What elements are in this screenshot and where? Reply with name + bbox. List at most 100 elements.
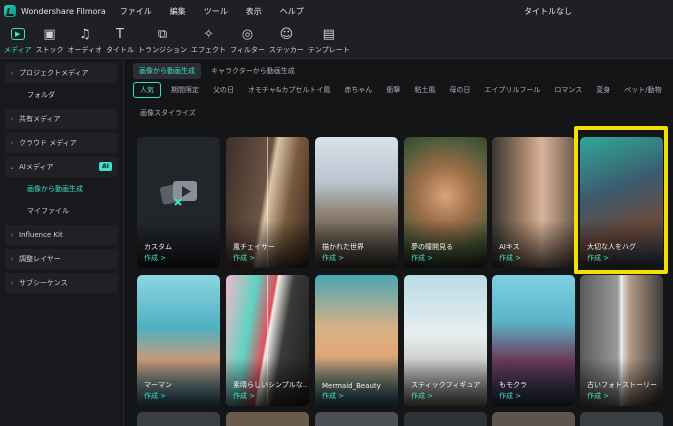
- create-link[interactable]: 作成 >: [587, 253, 609, 263]
- template-card[interactable]: 風チェイサー 作成 >: [226, 137, 309, 268]
- category-bar: 人気 期間限定 父の日 オモチャ&カプセルトイ風 赤ちゃん 衝撃 粘土風 母の日…: [133, 82, 673, 98]
- tab-character-to-video[interactable]: キャラクターから動画生成: [205, 63, 301, 79]
- create-link[interactable]: 作成 >: [322, 391, 344, 401]
- stock-icon: ▣: [43, 26, 56, 42]
- template-card[interactable]: 夢の瞳開見る 作成 >: [404, 137, 487, 268]
- filter-icon: ◎: [241, 26, 254, 42]
- sidebar-item-shared-media[interactable]: › 共有メディア: [5, 109, 118, 129]
- category-baby[interactable]: 赤ちゃん: [344, 83, 372, 97]
- app-name: Wondershare Filmora: [21, 6, 106, 16]
- tab-image-to-video[interactable]: 画像から動画生成: [133, 63, 201, 79]
- sidebar-item-label: Influence Kit: [19, 231, 63, 239]
- category-limited[interactable]: 期間限定: [171, 83, 199, 97]
- template-card-partial[interactable]: [315, 412, 398, 426]
- create-link[interactable]: 作成 >: [144, 253, 166, 263]
- create-link[interactable]: 作成 >: [411, 253, 433, 263]
- sidebar-item-label: サブシーケンス: [19, 279, 68, 287]
- sidebar-item-label: 調整レイヤー: [19, 255, 61, 263]
- chevron-right-icon: ›: [10, 255, 14, 263]
- template-card-partial[interactable]: [404, 412, 487, 426]
- create-link[interactable]: 作成 >: [411, 391, 433, 401]
- tool-label: メディア: [4, 46, 32, 54]
- tool-label: タイトル: [106, 46, 135, 54]
- create-link[interactable]: 作成 >: [499, 253, 521, 263]
- card-title: 大切な人をハグ: [587, 243, 636, 251]
- sidebar-item-label: プロジェクトメディア: [19, 69, 89, 77]
- template-card-partial[interactable]: [492, 412, 575, 426]
- card-title: AIキス: [499, 243, 520, 251]
- menu-file[interactable]: ファイル: [120, 6, 152, 17]
- sidebar-item-project-media[interactable]: › プロジェクトメディア: [5, 63, 118, 83]
- category-popular[interactable]: 人気: [133, 82, 161, 98]
- create-link[interactable]: 作成 >: [233, 391, 255, 401]
- menu-tools[interactable]: ツール: [204, 6, 228, 17]
- sidebar-item-label: マイファイル: [27, 207, 69, 215]
- category-romance[interactable]: ロマンス: [554, 83, 582, 97]
- category-transform[interactable]: 変身: [596, 83, 610, 97]
- template-card-partial[interactable]: [226, 412, 309, 426]
- sidebar-item-cloud-media[interactable]: › クラウド メディア: [5, 133, 118, 153]
- category-mothers-day[interactable]: 母の日: [449, 83, 470, 97]
- sidebar-item-label: 画像から動画生成: [27, 185, 83, 193]
- main-toolbar: ▶ メディア ▣ ストック ♫ オーディオ T タイトル ⧉ トランジション ✧…: [0, 22, 673, 59]
- tool-stock[interactable]: ▣ ストック: [36, 22, 64, 55]
- create-link[interactable]: 作成 >: [322, 253, 344, 263]
- tool-template[interactable]: ▤ テンプレート: [308, 22, 350, 55]
- tool-label: テンプレート: [307, 46, 350, 54]
- template-card-partial[interactable]: [580, 412, 663, 426]
- category-pets[interactable]: ペット/動物: [624, 83, 661, 97]
- tool-title[interactable]: T タイトル: [106, 22, 134, 55]
- category-april-fool[interactable]: エイプリルフール: [484, 83, 540, 97]
- category-toys[interactable]: オモチャ&カプセルトイ風: [248, 83, 330, 97]
- template-card[interactable]: Mermaid_Beauty 作成 >: [315, 275, 398, 406]
- template-card[interactable]: 古いフォトストーリー 作成 >: [580, 275, 663, 406]
- title-icon: T: [116, 26, 124, 42]
- template-card[interactable]: カスタム 作成 >: [137, 137, 220, 268]
- tool-transition[interactable]: ⧉ トランジション: [138, 22, 187, 55]
- category-image-stylize[interactable]: 画像スタイライズ: [140, 108, 196, 118]
- media-sidebar: › プロジェクトメディア フォルダ › 共有メディア › クラウド メディア ⌄…: [0, 60, 124, 426]
- tool-effects[interactable]: ✧ エフェクト: [191, 22, 226, 55]
- tool-media[interactable]: ▶ メディア: [4, 22, 32, 55]
- sticker-icon: ☺: [279, 26, 294, 42]
- mode-tabs: 画像から動画生成 キャラクターから動画生成: [133, 63, 305, 79]
- tool-label: ステッカー: [268, 46, 304, 54]
- create-link[interactable]: 作成 >: [233, 253, 255, 263]
- tool-audio[interactable]: ♫ オーディオ: [68, 22, 103, 55]
- create-link[interactable]: 作成 >: [144, 391, 166, 401]
- template-card-selected[interactable]: 大切な人をハグ 作成 >: [580, 137, 663, 268]
- sidebar-item-ai-media[interactable]: ⌄ AIメディア AI: [5, 157, 118, 177]
- tool-label: フィルター: [230, 46, 265, 54]
- template-card[interactable]: 描かれた世界 作成 >: [315, 137, 398, 268]
- template-card[interactable]: マーマン 作成 >: [137, 275, 220, 406]
- create-link[interactable]: 作成 >: [499, 391, 521, 401]
- category-clay[interactable]: 粘土風: [414, 83, 435, 97]
- template-card[interactable]: スティックフィギュア 作成 >: [404, 275, 487, 406]
- template-card[interactable]: 素晴らしいシンプルな... 作成 >: [226, 275, 309, 406]
- sidebar-item-subsequence[interactable]: › サブシーケンス: [5, 273, 118, 293]
- template-card-partial[interactable]: [137, 412, 220, 426]
- menu-view[interactable]: 表示: [246, 6, 262, 17]
- template-card[interactable]: AIキス 作成 >: [492, 137, 575, 268]
- tool-filter[interactable]: ◎ フィルター: [230, 22, 265, 55]
- tool-label: エフェクト: [191, 46, 227, 54]
- chevron-right-icon: ›: [10, 115, 14, 123]
- create-link[interactable]: 作成 >: [587, 391, 609, 401]
- ai-badge: AI: [99, 162, 112, 171]
- sidebar-item-folder[interactable]: フォルダ: [5, 85, 118, 105]
- tool-label: トランジション: [138, 46, 188, 54]
- sidebar-item-adjustment-layer[interactable]: › 調整レイヤー: [5, 249, 118, 269]
- sidebar-item-image-to-video[interactable]: 画像から動画生成: [5, 179, 118, 199]
- category-fathers-day[interactable]: 父の日: [213, 83, 234, 97]
- chevron-down-icon: ⌄: [9, 163, 15, 171]
- sidebar-item-label: 共有メディア: [19, 115, 61, 123]
- category-shock[interactable]: 衝撃: [386, 83, 400, 97]
- media-icon: ▶: [10, 28, 25, 40]
- sidebar-item-influence-kit[interactable]: › Influence Kit: [5, 225, 118, 245]
- template-card[interactable]: もモクラ 作成 >: [492, 275, 575, 406]
- sidebar-item-my-files[interactable]: マイファイル: [5, 201, 118, 221]
- menu-help[interactable]: ヘルプ: [280, 6, 304, 17]
- tool-sticker[interactable]: ☺ ステッカー: [269, 22, 304, 55]
- menu-edit[interactable]: 編集: [170, 6, 186, 17]
- card-title: 素晴らしいシンプルな...: [233, 381, 307, 389]
